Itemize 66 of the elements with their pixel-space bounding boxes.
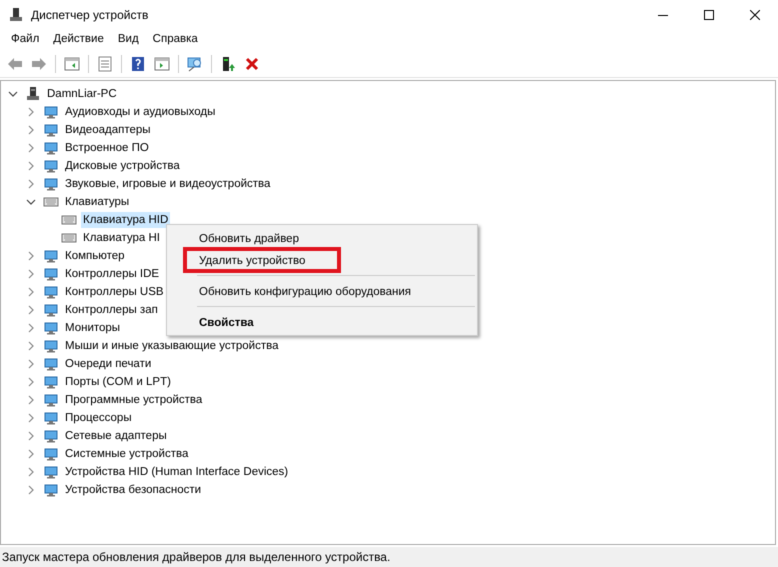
device-icon <box>43 122 59 138</box>
device-icon <box>43 302 59 318</box>
tree-item[interactable]: Контроллеры зап <box>63 302 160 318</box>
menu-item[interactable]: Обновить конфигурацию оборудования <box>167 280 477 302</box>
tree-item[interactable]: Аудиовходы и аудиовыходы <box>63 104 218 120</box>
update-driver-icon <box>220 56 236 72</box>
minimize-icon <box>658 14 668 16</box>
properties-icon <box>97 56 113 72</box>
tree-item[interactable]: Компьютер <box>63 248 127 264</box>
tree-item[interactable]: Звуковые, игровые и видеоустройства <box>63 176 272 192</box>
device-icon <box>43 104 59 120</box>
device-icon <box>43 158 59 174</box>
tree-item[interactable]: Контроллеры IDE <box>63 266 162 282</box>
device-icon <box>43 392 59 408</box>
back-icon <box>7 56 23 72</box>
app-icon <box>8 7 24 23</box>
tree-item[interactable]: Устройства HID (Human Interface Devices) <box>63 464 290 480</box>
device-icon <box>43 356 59 372</box>
tree-item[interactable]: Устройства безопасности <box>63 482 204 498</box>
uninstall-icon <box>244 56 260 72</box>
menu-item[interactable]: Справка <box>146 31 205 49</box>
device-icon <box>43 248 59 264</box>
status-text: Запуск мастера обновления драйверов для выделенного устройства. <box>0 547 778 567</box>
computer-icon <box>25 86 41 102</box>
maximize-icon <box>704 10 714 20</box>
panel-icon <box>64 56 80 72</box>
tree-item[interactable]: Очереди печати <box>63 356 154 372</box>
menu-item[interactable]: Удалить устройство <box>185 249 339 271</box>
device-icon <box>43 374 59 390</box>
tree-item[interactable]: Процессоры <box>63 410 134 426</box>
menu-item[interactable]: Действие <box>46 31 111 49</box>
device-icon <box>43 464 59 480</box>
panel-icon <box>154 56 170 72</box>
close-icon <box>750 10 760 20</box>
help-icon <box>130 56 146 72</box>
tree-item[interactable]: Клавиатуры <box>63 194 132 210</box>
tree-item[interactable]: Программные устройства <box>63 392 204 408</box>
window-title: Диспетчер устройств <box>31 7 148 24</box>
scan-icon <box>187 56 203 72</box>
device-icon <box>43 320 59 336</box>
tree-item[interactable]: Видеоадаптеры <box>63 122 153 138</box>
tree-item[interactable]: Клавиатура HID <box>81 212 170 228</box>
tree-item[interactable]: Сетевые адаптеры <box>63 428 169 444</box>
device-icon <box>43 446 59 462</box>
forward-icon <box>31 56 47 72</box>
tree-item[interactable]: Мыши и иные указывающие устройства <box>63 338 281 354</box>
device-icon <box>43 140 59 156</box>
device-icon <box>43 284 59 300</box>
tree-item[interactable]: Контроллеры USB <box>63 284 166 300</box>
menu-item[interactable]: Вид <box>110 31 146 49</box>
tree-item[interactable]: Клавиатура HI <box>81 230 162 246</box>
device-icon <box>43 410 59 426</box>
device-icon <box>43 266 59 282</box>
tree-item[interactable]: Мониторы <box>63 320 122 336</box>
tree-item[interactable]: Порты (COM и LPT) <box>63 374 173 390</box>
device-icon <box>43 176 59 192</box>
menu-item[interactable]: Свойства <box>167 311 477 333</box>
tree-item[interactable]: DamnLiar-PC <box>45 86 119 102</box>
tree-item[interactable]: Встроенное ПО <box>63 140 151 156</box>
menu-item[interactable]: Файл <box>4 31 46 49</box>
menu-item[interactable]: Обновить драйвер <box>167 227 477 249</box>
device-icon <box>43 338 59 354</box>
tree-item[interactable]: Системные устройства <box>63 446 190 462</box>
device-icon <box>43 428 59 444</box>
device-icon <box>43 482 59 498</box>
tree-item[interactable]: Дисковые устройства <box>63 158 182 174</box>
